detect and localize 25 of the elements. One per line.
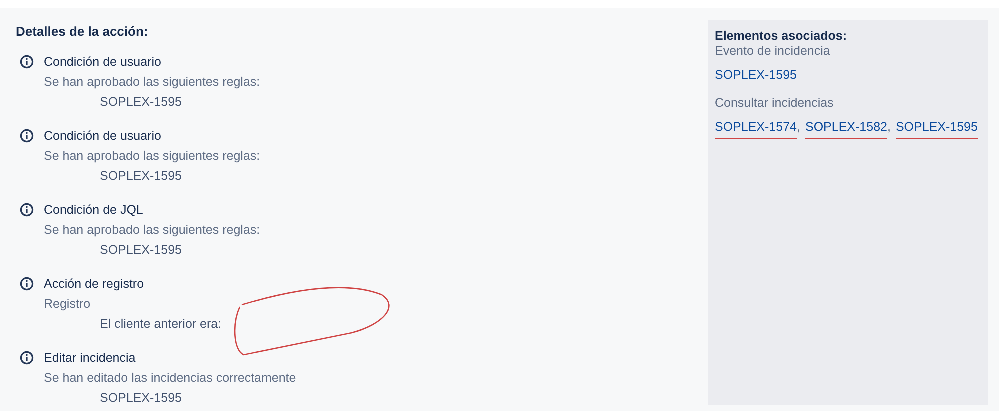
- action-title: Acción de registro: [44, 276, 146, 293]
- panel-heading: Elementos asociados:: [715, 29, 848, 44]
- action-detail: El cliente anterior era:: [99, 316, 222, 332]
- action-description: Se han aprobado las siguientes reglas:: [44, 148, 260, 165]
- group-label: Consultar incidencias: [715, 96, 835, 111]
- group-label: Evento de incidencia: [715, 44, 832, 59]
- issue-link[interactable]: SOPLEX-1595: [715, 67, 797, 86]
- action-description: Se han editado las incidencias correctamente: [44, 370, 296, 386]
- issue-link[interactable]: SOPLEX-1574: [715, 119, 797, 139]
- action-title: Condición de usuario: [44, 54, 162, 70]
- action-detail: SOPLEX-1595: [99, 390, 183, 406]
- action-detail: SOPLEX-1595: [99, 168, 183, 184]
- action-description: Se han aprobado las siguientes reglas:: [44, 222, 260, 239]
- action-title: Editar incidencia: [44, 350, 137, 366]
- action-title: Condición de usuario: [44, 128, 162, 144]
- separator: ,: [797, 119, 800, 136]
- separator: ,: [887, 119, 891, 136]
- issue-link[interactable]: SOPLEX-1582: [805, 119, 888, 139]
- action-detail: SOPLEX-1595: [99, 242, 183, 258]
- section-heading: Detalles de la acción:: [16, 23, 150, 41]
- issue-link[interactable]: SOPLEX-1595: [896, 119, 978, 139]
- action-detail: SOPLEX-1595: [99, 94, 183, 110]
- action-description: Registro: [44, 296, 92, 313]
- action-description: Se han aprobado las siguientes reglas:: [44, 74, 260, 91]
- action-title: Condición de JQL: [44, 202, 144, 218]
